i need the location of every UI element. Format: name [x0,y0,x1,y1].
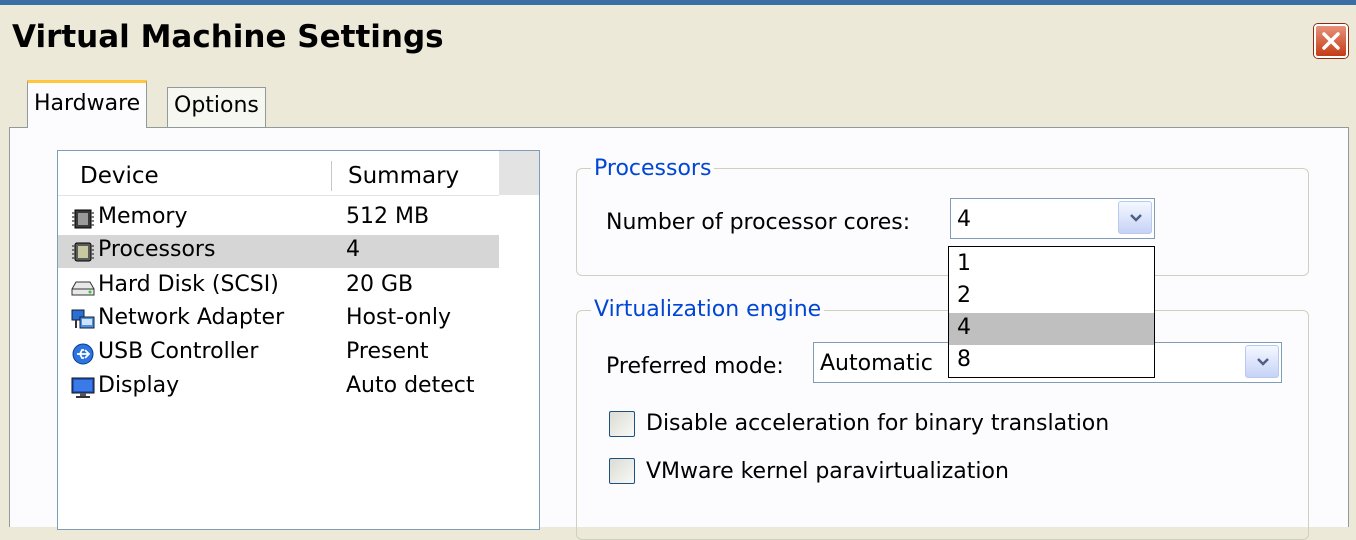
device-row-processors[interactable]: Processors 4 [58,235,499,268]
device-summary: Host-only [346,305,451,330]
device-name: Network Adapter [98,305,285,330]
tab-hardware-label: Hardware [34,91,141,116]
processors-legend: Processors [591,156,715,181]
cores-option-label: 4 [957,315,971,340]
preferred-mode-dropdown-button[interactable] [1245,345,1279,378]
preferred-mode-label: Preferred mode: [606,354,784,379]
tab-hardware[interactable]: Hardware [27,80,148,128]
paravirtualization-checkbox[interactable] [609,458,635,484]
processor-cores-dropdown-button[interactable] [1118,201,1152,234]
tab-options[interactable]: Options [167,87,266,127]
header-filler [499,151,539,195]
close-icon [1322,32,1340,50]
device-name: Hard Disk (SCSI) [98,272,279,297]
device-summary: Auto detect [346,373,475,398]
hard-disk-icon [71,281,95,296]
device-row-memory[interactable]: Memory 512 MB [58,202,499,235]
device-summary: 20 GB [346,272,414,297]
device-row-usb-controller[interactable]: USB Controller Present [58,337,499,370]
virtualization-legend: Virtualization engine [591,297,825,322]
column-separator[interactable] [331,161,332,191]
column-header-summary[interactable]: Summary [348,163,459,189]
close-button[interactable] [1314,24,1348,58]
processor-chip-icon [72,242,94,262]
column-header-device[interactable]: Device [80,163,159,189]
device-row-display[interactable]: Display Auto detect [58,371,499,404]
cores-option[interactable]: 1 [949,249,1154,281]
device-name: USB Controller [98,339,259,364]
disable-acceleration-label[interactable]: Disable acceleration for binary translat… [646,411,1109,436]
chevron-down-icon [1130,214,1142,222]
processor-cores-select[interactable]: 4 [950,198,1155,239]
cores-option[interactable]: 8 [949,345,1154,377]
cores-option-label: 1 [957,251,971,276]
tab-options-label: Options [174,93,259,118]
memory-chip-icon [72,209,94,229]
device-summary: Present [346,339,429,364]
monitor-icon [71,377,95,398]
processor-cores-options-list[interactable]: 1 2 4 8 [948,246,1155,378]
device-name: Display [98,373,180,398]
device-row-hard-disk[interactable]: Hard Disk (SCSI) 20 GB [58,270,499,303]
cores-option-highlighted[interactable]: 4 [949,313,1154,345]
window-title: Virtual Machine Settings [12,19,444,55]
processor-cores-label: Number of processor cores: [606,210,911,235]
cores-option[interactable]: 2 [949,281,1154,313]
device-row-network-adapter[interactable]: Network Adapter Host-only [58,303,499,336]
device-list-header: Device Summary [58,151,499,196]
chevron-down-icon [1257,358,1269,366]
usb-icon [72,343,94,365]
device-summary: 512 MB [346,204,430,229]
device-summary: 4 [346,237,360,262]
processor-cores-value: 4 [957,207,971,232]
device-name: Processors [98,237,216,262]
disable-acceleration-checkbox[interactable] [609,411,635,437]
cores-option-label: 8 [957,347,971,372]
paravirtualization-label[interactable]: VMware kernel paravirtualization [646,459,1009,484]
cores-option-label: 2 [957,283,971,308]
title-bar: Virtual Machine Settings [0,5,1356,70]
network-adapter-icon [71,309,95,329]
preferred-mode-value: Automatic [820,351,933,376]
device-name: Memory [98,204,188,229]
device-list[interactable]: Device Summary Memory 512 MB Processors … [57,150,540,530]
